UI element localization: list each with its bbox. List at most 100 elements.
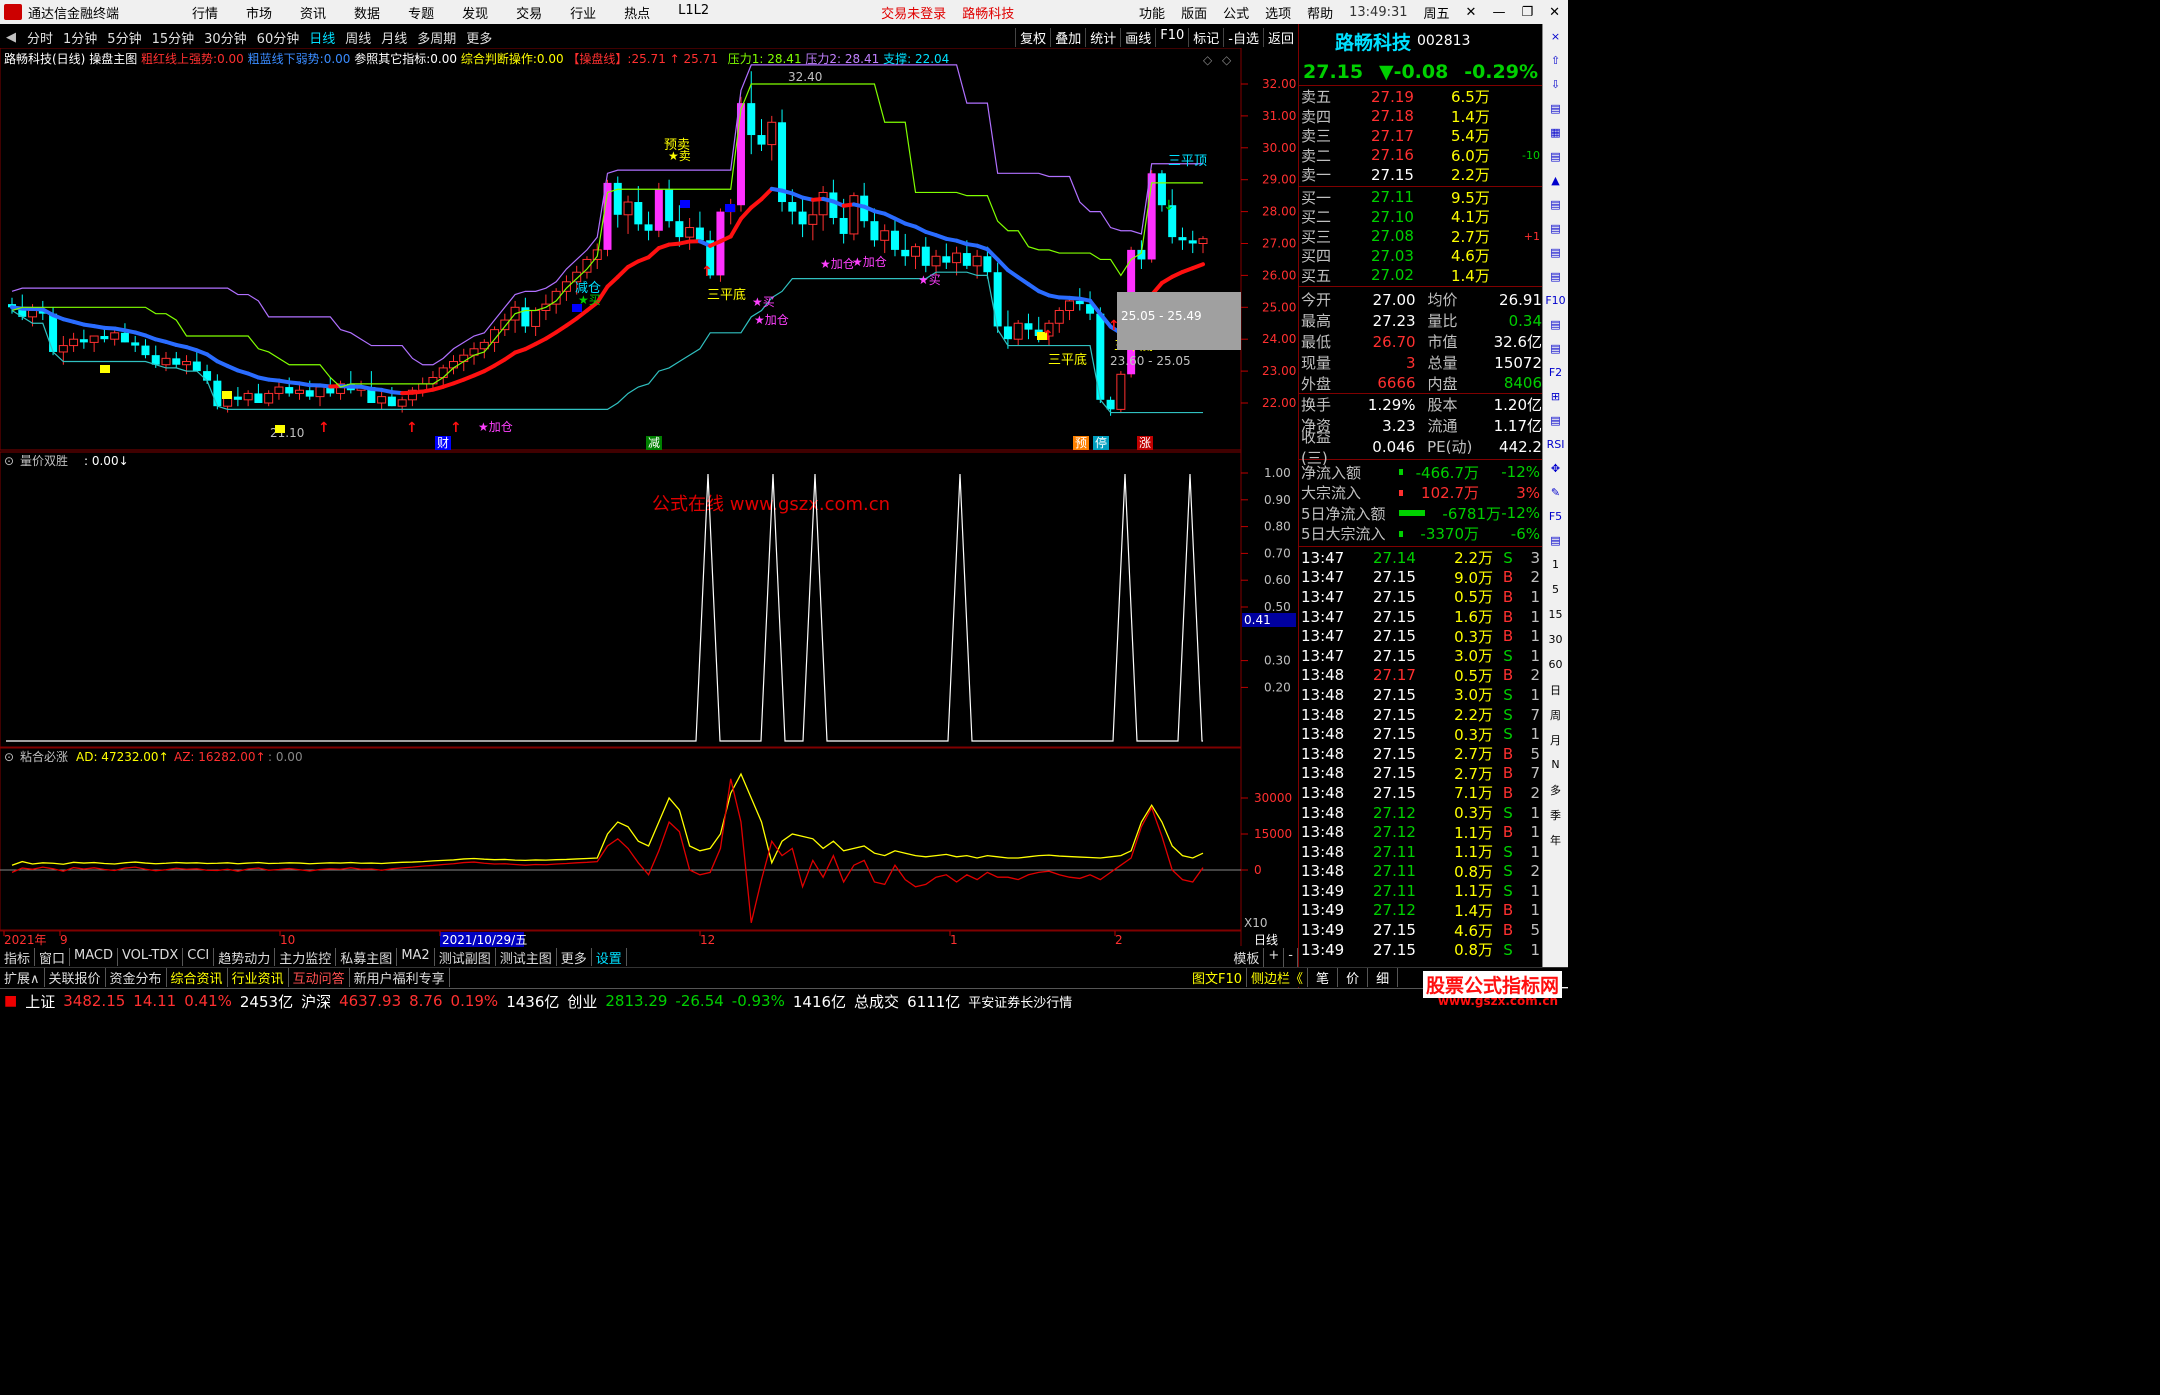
menu-item-9[interactable]: L1L2 xyxy=(664,3,723,22)
ext-right-tab-0[interactable]: 图文F10 xyxy=(1188,968,1248,987)
login-status[interactable]: 交易未登录 xyxy=(873,3,954,22)
sidebar-tool-icon[interactable]: ✥ xyxy=(1543,456,1568,480)
menu-item-0[interactable]: 行情 xyxy=(178,3,232,22)
maximize-icon[interactable]: ❐ xyxy=(1513,5,1541,20)
toolbar-btn-1[interactable]: 叠加 xyxy=(1050,27,1085,47)
menu-item-5[interactable]: 发现 xyxy=(448,3,502,22)
sh-label[interactable]: 上证 xyxy=(25,991,55,1012)
ask-book-level[interactable]: 卖一 27.15 2.2万 xyxy=(1299,165,1542,185)
menu-item-2[interactable]: 资讯 xyxy=(286,3,340,22)
sub1-label[interactable]: 量价双胜 xyxy=(20,453,68,468)
diamond-icon-2[interactable]: ◇ xyxy=(1222,53,1232,67)
menu-item-6[interactable]: 交易 xyxy=(502,3,556,22)
sidebar-period-1[interactable]: 1 xyxy=(1543,552,1568,577)
sidebar-period--[interactable]: 年 xyxy=(1543,827,1568,852)
sub2-label[interactable]: 粘合必涨 xyxy=(20,749,68,764)
collapse-icon[interactable]: ◀ xyxy=(0,30,22,45)
template-btn-1[interactable]: + xyxy=(1264,948,1285,967)
sidebar-tool-icon[interactable]: ⇧ xyxy=(1543,48,1568,72)
template-btn-2[interactable]: - xyxy=(1284,948,1298,967)
period-tab-9[interactable]: 多周期 xyxy=(412,28,461,47)
toolbar-btn-2[interactable]: 统计 xyxy=(1085,27,1120,47)
right-menu-item-2[interactable]: 公式 xyxy=(1215,3,1257,22)
bid-book-level[interactable]: 买二 27.10 4.1万 xyxy=(1299,207,1542,227)
restore-icon[interactable]: ✕ xyxy=(1458,5,1485,20)
menu-item-8[interactable]: 热点 xyxy=(610,3,664,22)
ext-tab-5[interactable]: 互动问答 xyxy=(289,968,350,987)
period-tab-1[interactable]: 1分钟 xyxy=(58,28,102,47)
sidebar-period--[interactable]: 多 xyxy=(1543,777,1568,802)
indicator-tab-0[interactable]: 指标 xyxy=(0,948,36,967)
ext-tab-0[interactable]: 扩展∧ xyxy=(0,968,45,987)
menu-item-3[interactable]: 数据 xyxy=(340,3,394,22)
sidebar-period--[interactable]: 日 xyxy=(1543,677,1568,702)
sidebar-period-60[interactable]: 60 xyxy=(1543,652,1568,677)
ext-right-tab-3[interactable]: 价 xyxy=(1338,968,1369,987)
indicator-tab-4[interactable]: CCI xyxy=(183,948,215,966)
sidebar-period-n[interactable]: N xyxy=(1543,752,1568,777)
indicator-tab-7[interactable]: 私募主图 xyxy=(336,948,398,967)
kline-chart-area[interactable]: 32.00 31.00 30.00 29.00 28.00 27.00 26.00 25.00… xyxy=(0,48,1298,948)
indicator-tab-2[interactable]: MACD xyxy=(70,948,118,966)
sidebar-tool-icon[interactable]: ▤ xyxy=(1543,216,1568,240)
sidebar-tool-icon[interactable]: ▤ xyxy=(1543,192,1568,216)
toolbar-btn-0[interactable]: 复权 xyxy=(1015,27,1050,47)
sidebar-tool-icon[interactable]: ▤ xyxy=(1543,408,1568,432)
indicator-tab-3[interactable]: VOL-TDX xyxy=(118,948,184,966)
right-menu-item-3[interactable]: 选项 xyxy=(1257,3,1299,22)
toolbar-btn-3[interactable]: 画线 xyxy=(1120,27,1155,47)
indicator-tab-11[interactable]: 更多 xyxy=(557,948,592,967)
indicator-tab-10[interactable]: 测试主图 xyxy=(496,948,557,967)
menu-item-7[interactable]: 行业 xyxy=(556,3,610,22)
menu-item-1[interactable]: 市场 xyxy=(232,3,286,22)
sidebar-tool-icon[interactable]: ✎ xyxy=(1543,480,1568,504)
template-btn-0[interactable]: 模板 xyxy=(1229,948,1265,967)
flow-row[interactable]: 大宗流入 102.7万 3% xyxy=(1299,483,1542,504)
indicator-tab-8[interactable]: MA2 xyxy=(397,948,435,966)
right-menu-item-4[interactable]: 帮助 xyxy=(1299,3,1341,22)
period-tab-10[interactable]: 更多 xyxy=(461,28,497,47)
period-tab-3[interactable]: 15分钟 xyxy=(147,28,200,47)
ext-right-tab-2[interactable]: 笔 xyxy=(1308,968,1339,987)
minimize-icon[interactable]: — xyxy=(1484,5,1513,20)
sidebar-tool-icon[interactable]: ▤ xyxy=(1543,312,1568,336)
bid-book-level[interactable]: 买三 27.08 2.7万 +1 xyxy=(1299,227,1542,247)
diamond-icon[interactable]: ◇ xyxy=(1203,53,1213,67)
flow-row[interactable]: 净流入额 -466.7万 -12% xyxy=(1299,462,1542,483)
ask-book-level[interactable]: 卖三 27.17 5.4万 xyxy=(1299,126,1542,146)
indicator-tab-12[interactable]: 设置 xyxy=(592,948,627,967)
sz-label[interactable]: 沪深 xyxy=(301,991,331,1012)
cy-label[interactable]: 创业 xyxy=(567,991,597,1012)
period-tab-0[interactable]: 分时 xyxy=(22,28,58,47)
sub2-collapse-icon[interactable]: ⊙ xyxy=(4,750,14,764)
period-tab-8[interactable]: 月线 xyxy=(376,28,412,47)
toolbar-btn-7[interactable]: 返回 xyxy=(1262,27,1298,47)
sidebar-period-15[interactable]: 15 xyxy=(1543,602,1568,627)
ask-book-level[interactable]: 卖五 27.19 6.5万 xyxy=(1299,87,1542,107)
indicator-tab-6[interactable]: 主力监控 xyxy=(275,948,337,967)
ask-book-level[interactable]: 卖二 27.16 6.0万 -10 xyxy=(1299,146,1542,166)
sidebar-period--[interactable]: 季 xyxy=(1543,802,1568,827)
sidebar-tool-icon[interactable]: F5 xyxy=(1543,504,1568,528)
sidebar-tool-icon[interactable]: × xyxy=(1543,24,1568,48)
period-tab-6[interactable]: 日线 xyxy=(304,28,340,47)
toolbar-btn-5[interactable]: 标记 xyxy=(1188,27,1223,47)
sidebar-tool-icon[interactable]: ▤ xyxy=(1543,240,1568,264)
toolbar-btn-6[interactable]: -自选 xyxy=(1223,27,1263,47)
ext-right-tab-1[interactable]: 侧边栏《 xyxy=(1247,968,1309,987)
sidebar-tool-icon[interactable]: ▤ xyxy=(1543,264,1568,288)
period-tab-7[interactable]: 周线 xyxy=(340,28,376,47)
indicator-tab-9[interactable]: 测试副图 xyxy=(435,948,496,967)
menu-item-4[interactable]: 专题 xyxy=(394,3,448,22)
sidebar-tool-icon[interactable]: F10 xyxy=(1543,288,1568,312)
sidebar-tool-icon[interactable]: ▤ xyxy=(1543,528,1568,552)
indicator-tab-5[interactable]: 趋势动力 xyxy=(214,948,276,967)
sidebar-period-5[interactable]: 5 xyxy=(1543,577,1568,602)
period-tab-5[interactable]: 60分钟 xyxy=(252,28,305,47)
bid-book-level[interactable]: 买一 27.11 9.5万 xyxy=(1299,188,1542,208)
sidebar-period--[interactable]: 周 xyxy=(1543,702,1568,727)
sidebar-tool-icon[interactable]: ▤ xyxy=(1543,96,1568,120)
sub1-collapse-icon[interactable]: ⊙ xyxy=(4,454,14,468)
sidebar-tool-icon[interactable]: ⊞ xyxy=(1543,384,1568,408)
bid-book-level[interactable]: 买四 27.03 4.6万 xyxy=(1299,246,1542,266)
